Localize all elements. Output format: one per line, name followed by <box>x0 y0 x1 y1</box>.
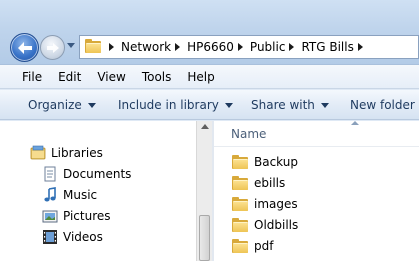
folder-icon <box>232 155 248 169</box>
menu-help[interactable]: Help <box>187 70 214 84</box>
organize-button[interactable]: Organize <box>28 90 96 120</box>
folder-icon <box>232 176 248 190</box>
tree-item-label: Music <box>63 188 98 202</box>
scroll-up-arrow-icon[interactable] <box>201 124 209 129</box>
file-name: pdf <box>254 239 274 253</box>
sort-ascending-icon <box>351 121 359 125</box>
list-item[interactable]: Oldbills <box>232 218 298 232</box>
breadcrumb-separator-icon[interactable] <box>237 43 243 51</box>
tree-item-pictures[interactable]: Pictures <box>42 208 111 224</box>
folder-icon <box>232 218 248 232</box>
tree-item-videos[interactable]: Videos <box>42 229 103 245</box>
tree-item-label: Libraries <box>51 146 103 160</box>
include-in-library-button[interactable]: Include in library <box>118 90 233 120</box>
pictures-icon <box>42 208 58 224</box>
tree-item-documents[interactable]: Documents <box>42 166 131 182</box>
recent-pages-dropdown-icon[interactable] <box>67 43 75 48</box>
breadcrumb-rtg-bills[interactable]: RTG Bills <box>301 40 353 54</box>
chevron-down-icon <box>320 102 329 108</box>
menu-file[interactable]: File <box>22 70 42 84</box>
tree-item-label: Pictures <box>63 209 111 223</box>
breadcrumb-separator-icon[interactable] <box>289 43 295 51</box>
file-name: ebills <box>254 176 286 190</box>
list-item[interactable]: ebills <box>232 176 285 190</box>
column-header-bar: Name <box>214 121 419 147</box>
menu-tools[interactable]: Tools <box>142 70 172 84</box>
folder-icon <box>232 239 248 253</box>
back-button[interactable] <box>10 33 39 62</box>
scrollbar-thumb[interactable] <box>199 215 210 261</box>
forward-button[interactable] <box>40 35 65 60</box>
breadcrumb-hp6660[interactable]: HP6660 <box>187 40 234 54</box>
tree-item-label: Documents <box>63 167 132 181</box>
breadcrumb-public[interactable]: Public <box>250 40 286 54</box>
organize-label: Organize <box>28 98 82 112</box>
file-name: images <box>254 197 298 211</box>
file-name: Backup <box>254 155 298 169</box>
chevron-down-icon <box>87 102 96 108</box>
folder-icon <box>232 197 248 211</box>
share-with-button[interactable]: Share with <box>251 90 329 120</box>
list-item[interactable]: Backup <box>232 155 298 169</box>
breadcrumb-separator-icon[interactable] <box>109 43 114 51</box>
chevron-down-icon <box>224 102 233 108</box>
new-folder-label: New folder <box>350 98 415 112</box>
column-header-name[interactable]: Name <box>231 127 266 141</box>
music-note-icon <box>42 187 58 203</box>
list-item[interactable]: pdf <box>232 239 273 253</box>
breadcrumb-separator-icon[interactable] <box>175 43 181 51</box>
breadcrumb-separator-icon[interactable] <box>357 43 363 51</box>
file-name: Oldbills <box>254 218 299 232</box>
folder-icon <box>85 39 101 55</box>
film-strip-icon <box>42 229 58 245</box>
new-folder-button[interactable]: New folder <box>350 90 415 120</box>
libraries-icon <box>30 145 46 161</box>
tree-item-libraries[interactable]: Libraries <box>30 145 103 161</box>
tree-item-label: Videos <box>63 230 103 244</box>
address-bar[interactable]: Network HP6660 Public RTG Bills <box>79 35 419 59</box>
arrow-right-icon <box>46 42 59 53</box>
menu-bar: File Edit View Tools Help <box>0 65 419 89</box>
list-item[interactable]: images <box>232 197 298 211</box>
navigation-pane <box>0 121 212 261</box>
arrow-left-icon <box>17 41 32 54</box>
menu-view[interactable]: View <box>97 70 125 84</box>
navigation-scrollbar[interactable] <box>196 121 212 261</box>
breadcrumb-network[interactable]: Network <box>121 40 171 54</box>
tree-item-music[interactable]: Music <box>42 187 97 203</box>
include-in-library-label: Include in library <box>118 98 219 112</box>
menu-edit[interactable]: Edit <box>58 70 81 84</box>
documents-icon <box>42 166 58 182</box>
share-with-label: Share with <box>251 98 315 112</box>
